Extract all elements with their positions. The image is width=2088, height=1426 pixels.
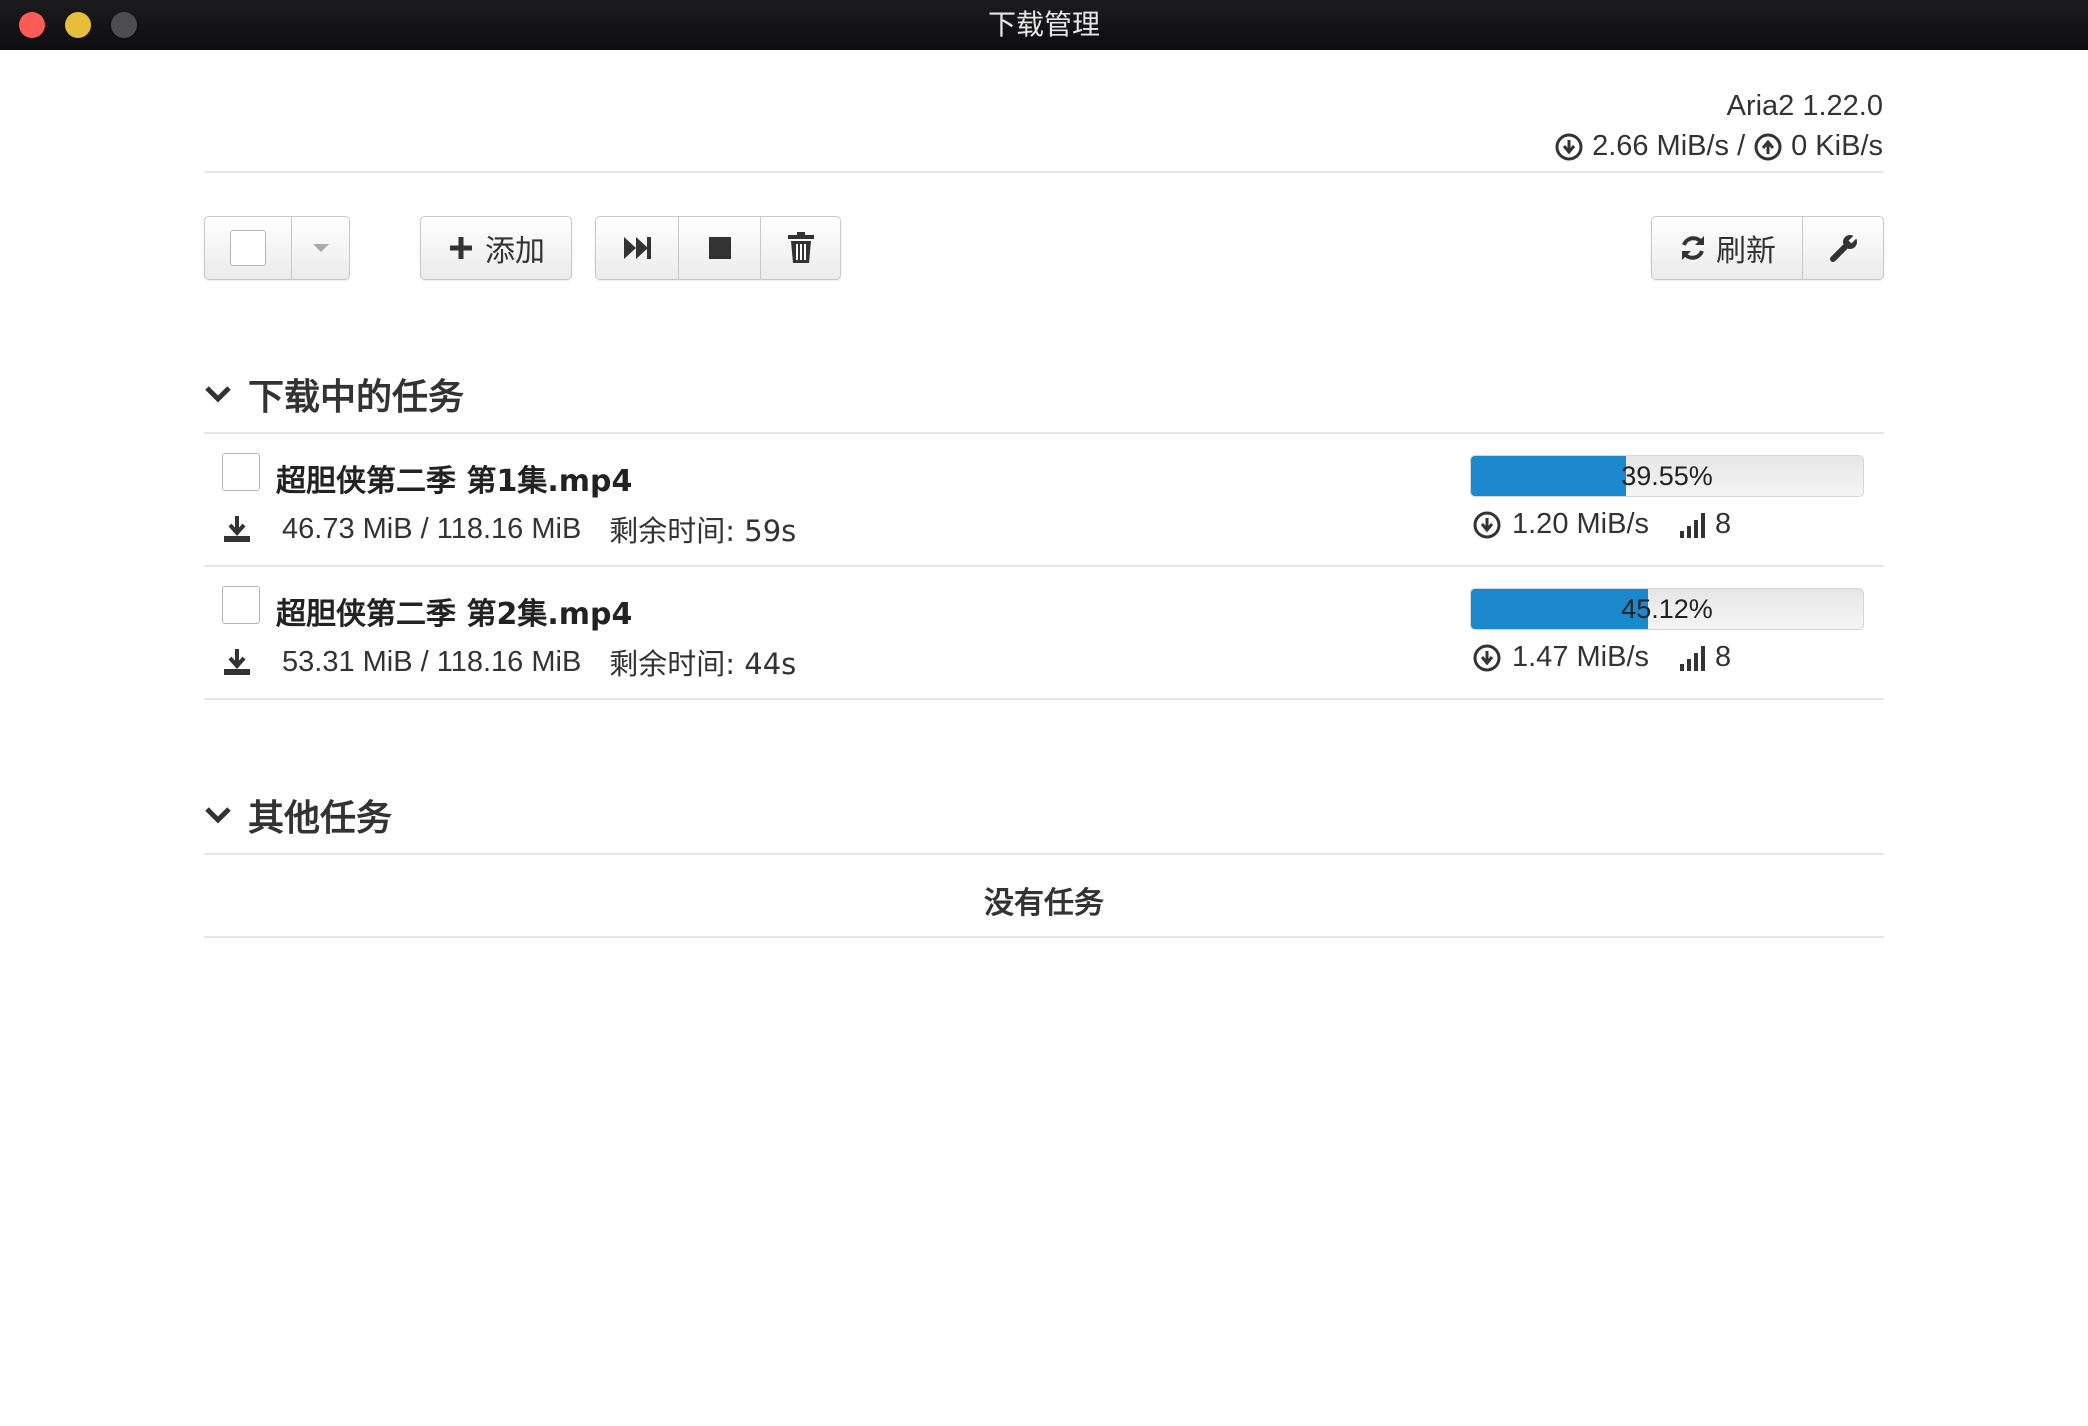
task-progress-bar: 39.55% [1470,455,1864,497]
circle-arrow-down-icon [1473,511,1501,538]
active-tasks-title: 下载中的任务 [248,377,465,418]
trash-icon [788,232,814,263]
row-divider [204,565,1884,567]
task-action-group [595,216,841,280]
circle-arrow-down-icon [1473,644,1501,671]
version-label: Aria2 1.22.0 [1726,90,1883,122]
select-group [204,216,350,280]
progress-percent: 39.55% [1621,461,1713,491]
other-tasks-header[interactable]: 其他任务 [204,789,392,841]
section-divider [204,432,1884,434]
task-checkbox[interactable] [222,586,260,624]
task-checkbox[interactable] [222,453,260,491]
task-connections: 8 [1715,508,1732,540]
chevron-down-icon [205,807,231,824]
global-speed: 2.66 MiB/s / 0 KiB/s [1554,130,1883,163]
section-divider [204,936,1884,938]
delete-button[interactable] [761,217,841,279]
caret-down-icon [313,244,329,252]
refresh-settings-group: 刷新 [1651,216,1884,280]
settings-button[interactable] [1803,217,1884,279]
stop-icon [708,237,731,259]
empty-message: 没有任务 [984,886,1104,921]
section-divider [204,853,1884,855]
task-download-speed: 1.20 MiB/s [1512,508,1649,540]
title-bar: 下载管理 [0,0,2088,50]
row-divider [204,698,1884,700]
refresh-button[interactable]: 刷新 [1652,217,1802,279]
global-download-speed: 2.66 MiB/s [1592,130,1730,162]
download-icon [224,516,250,542]
chevron-down-icon [205,386,231,403]
task-progress-bar: 45.12% [1470,588,1864,630]
signal-icon [1680,645,1705,671]
refresh-icon [1682,236,1704,260]
select-all-checkbox[interactable] [205,217,291,279]
speed-separator: / [1737,130,1746,162]
window-title: 下载管理 [987,8,1100,41]
task-remaining: 剩余时间: 44s [609,647,797,681]
task-info: 46.73 MiB / 118.16 MiB 剩余时间: 59s [222,508,796,550]
task-speed: 1.20 MiB/s 8 [1472,508,1731,541]
select-all-box [230,230,266,266]
stop-button[interactable] [679,217,760,279]
progress-percent: 45.12% [1621,594,1713,624]
active-tasks-header[interactable]: 下载中的任务 [204,368,464,420]
signal-icon [1680,512,1705,538]
global-upload-speed: 0 KiB/s [1791,130,1883,162]
task-name[interactable]: 超胆侠第二季 第2集.mp4 [276,589,632,633]
other-tasks-title: 其他任务 [248,798,393,839]
select-dropdown-button[interactable] [292,217,350,279]
download-icon [224,649,250,675]
task-info: 53.31 MiB / 118.16 MiB 剩余时间: 44s [222,641,796,683]
fast-forward-icon [624,237,651,259]
circle-arrow-up-icon [1754,133,1782,160]
task-remaining: 剩余时间: 59s [609,514,797,548]
header-divider [204,171,1884,173]
task-size: 46.73 MiB / 118.16 MiB [282,512,582,545]
refresh-button-label: 刷新 [1716,234,1776,269]
resume-button[interactable] [596,217,678,279]
task-speed: 1.47 MiB/s 8 [1472,641,1731,674]
task-download-speed: 1.47 MiB/s [1512,641,1649,673]
add-button[interactable]: 添加 [420,216,572,280]
wrench-icon [1829,233,1858,262]
task-name[interactable]: 超胆侠第二季 第1集.mp4 [276,456,632,500]
task-connections: 8 [1715,641,1732,673]
circle-arrow-down-icon [1555,133,1583,160]
task-size: 53.31 MiB / 118.16 MiB [282,645,582,678]
plus-icon [450,237,472,259]
add-button-label: 添加 [485,234,545,269]
